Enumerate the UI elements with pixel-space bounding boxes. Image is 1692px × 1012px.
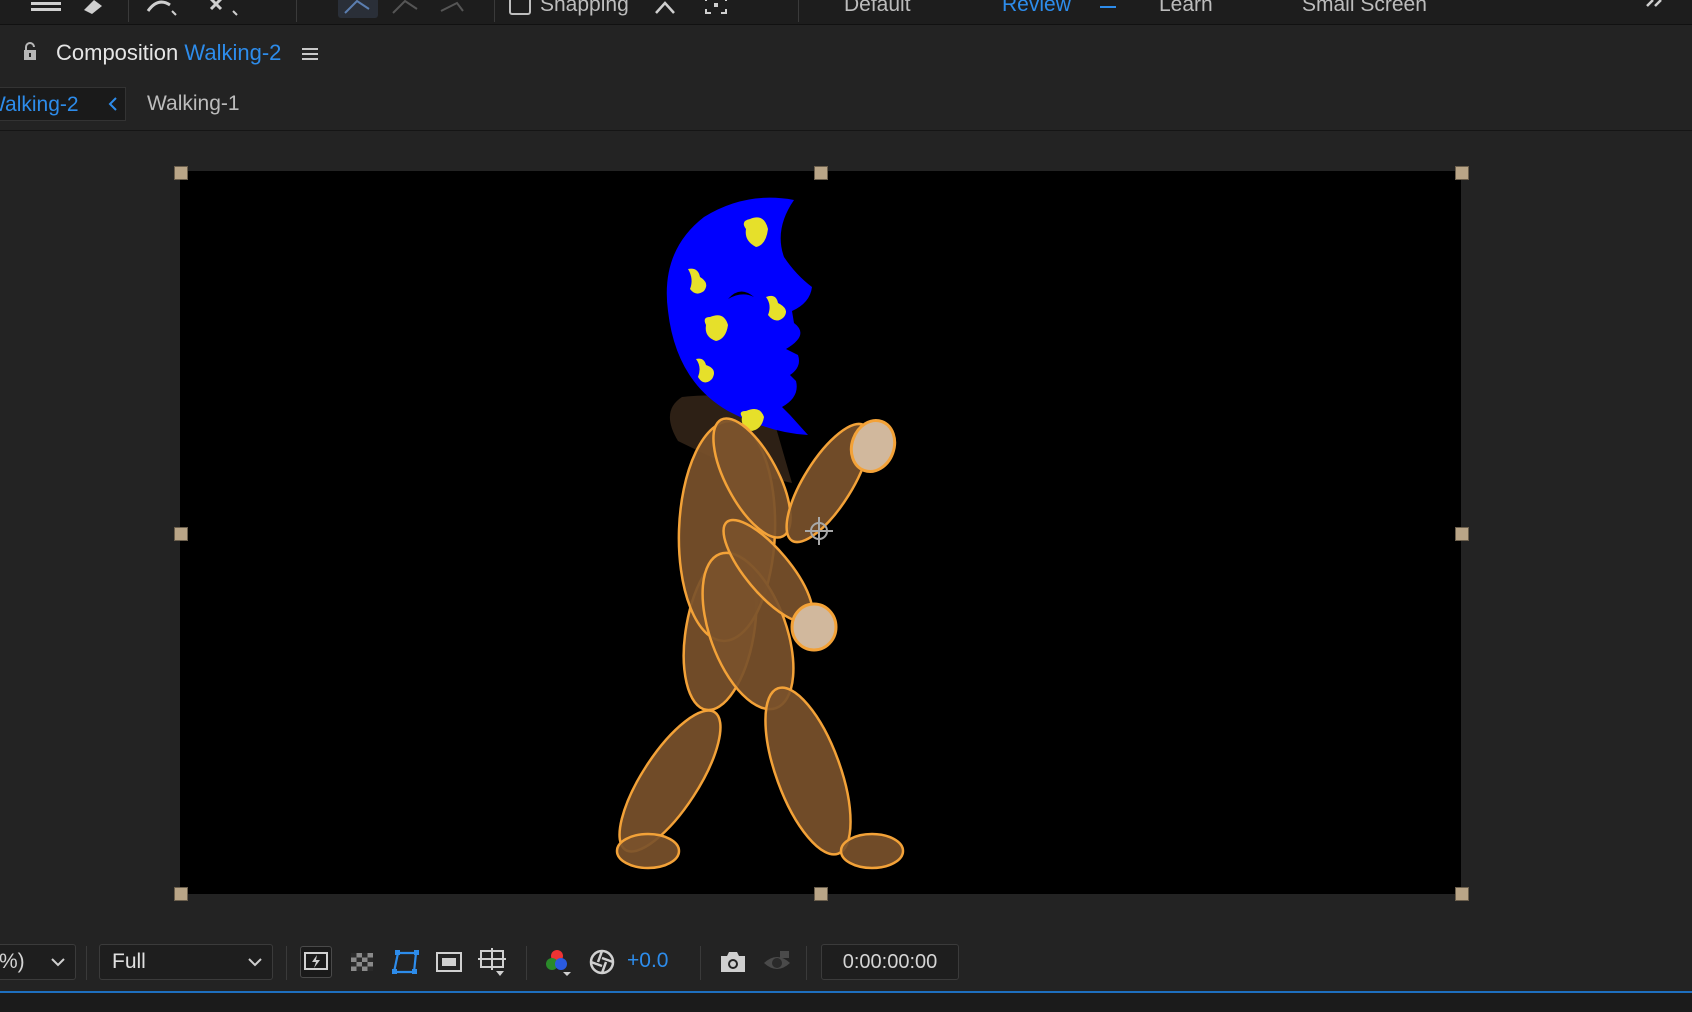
resolution-value: Full xyxy=(112,950,146,973)
transform-handle[interactable] xyxy=(1455,166,1469,180)
roto-brush-tool-icon[interactable] xyxy=(140,0,184,18)
toolbar-divider xyxy=(494,0,495,22)
region-of-interest-icon[interactable] xyxy=(433,946,465,978)
exposure-reset-icon[interactable] xyxy=(586,946,618,978)
workspace-learn[interactable]: Learn xyxy=(1159,0,1213,17)
toolbar-divider xyxy=(296,0,297,22)
panel-title: Composition Walking-2 xyxy=(56,40,281,66)
composition-canvas[interactable] xyxy=(180,171,1461,894)
chevron-left-icon[interactable] xyxy=(106,94,120,114)
lock-icon[interactable] xyxy=(20,41,40,63)
hamburger-icon[interactable] xyxy=(1096,0,1120,18)
walking-character[interactable] xyxy=(180,171,1461,894)
hand-tool-icon[interactable] xyxy=(28,0,64,18)
snapshot-camera-icon[interactable] xyxy=(717,946,749,978)
workspace-default[interactable]: Default xyxy=(844,0,911,17)
breadcrumb: Walking-2 xyxy=(0,87,126,121)
color-channels-icon[interactable] xyxy=(541,946,573,978)
snapping-checkbox[interactable] xyxy=(506,0,534,18)
transparency-grid-icon[interactable] xyxy=(346,946,378,978)
snapping-options-icon[interactable] xyxy=(650,0,680,18)
snapping-label[interactable]: Snapping xyxy=(540,0,629,17)
current-time-display[interactable]: 0:00:00:00 xyxy=(821,944,959,980)
double-chevron-right-icon[interactable] xyxy=(1640,0,1670,18)
magnification-value: %) xyxy=(0,950,25,973)
feather-tool-icon[interactable] xyxy=(338,0,378,18)
hamburger-icon[interactable] xyxy=(299,44,321,64)
panel-edge xyxy=(0,993,1692,1012)
toolbar-divider xyxy=(798,0,799,22)
timecode-value: 0:00:00:00 xyxy=(842,950,938,973)
refine-edge-tool-icon[interactable] xyxy=(388,0,424,18)
footer-divider xyxy=(526,946,527,980)
transform-handle[interactable] xyxy=(1455,887,1469,901)
workspace-small-screen[interactable]: Small Screen xyxy=(1302,0,1427,17)
breadcrumb-previous[interactable]: Walking-1 xyxy=(147,92,240,116)
toolbar-divider xyxy=(128,0,129,22)
transform-handle[interactable] xyxy=(174,527,188,541)
magnification-dropdown[interactable]: %) xyxy=(0,944,76,980)
transform-handle[interactable] xyxy=(814,887,828,901)
panel-header: Composition Walking-2 Walking-2 Walking-… xyxy=(0,25,1692,121)
chevron-down-icon xyxy=(246,953,264,976)
show-snapshot-icon[interactable] xyxy=(761,946,793,978)
chevron-down-icon xyxy=(49,953,67,976)
footer-divider xyxy=(286,946,287,980)
transform-handle[interactable] xyxy=(1455,527,1469,541)
panel-title-prefix: Composition xyxy=(56,40,179,65)
transform-handle[interactable] xyxy=(174,166,188,180)
transform-handle[interactable] xyxy=(174,887,188,901)
resolution-dropdown[interactable]: Full xyxy=(99,944,273,980)
footer-divider xyxy=(86,946,87,980)
fast-preview-icon[interactable] xyxy=(300,946,332,978)
top-toolbar: Snapping Default Review Learn Small Scre… xyxy=(0,0,1692,25)
puppet-pin-tool-icon[interactable] xyxy=(200,0,246,18)
panel-title-comp-name[interactable]: Walking-2 xyxy=(184,40,281,65)
breadcrumb-current[interactable]: Walking-2 xyxy=(0,93,79,117)
grid-guides-icon[interactable] xyxy=(476,946,508,978)
workspace-review[interactable]: Review xyxy=(1002,0,1071,17)
footer-divider xyxy=(700,946,701,980)
eraser-tool-icon[interactable] xyxy=(78,0,108,18)
transform-handle[interactable] xyxy=(814,166,828,180)
mask-path-icon[interactable] xyxy=(390,946,422,978)
snap-extend-icon[interactable] xyxy=(700,0,732,18)
exposure-value[interactable]: +0.0 xyxy=(627,949,668,973)
footer-divider xyxy=(806,946,807,980)
convert-vertex-tool-icon[interactable] xyxy=(434,0,470,18)
